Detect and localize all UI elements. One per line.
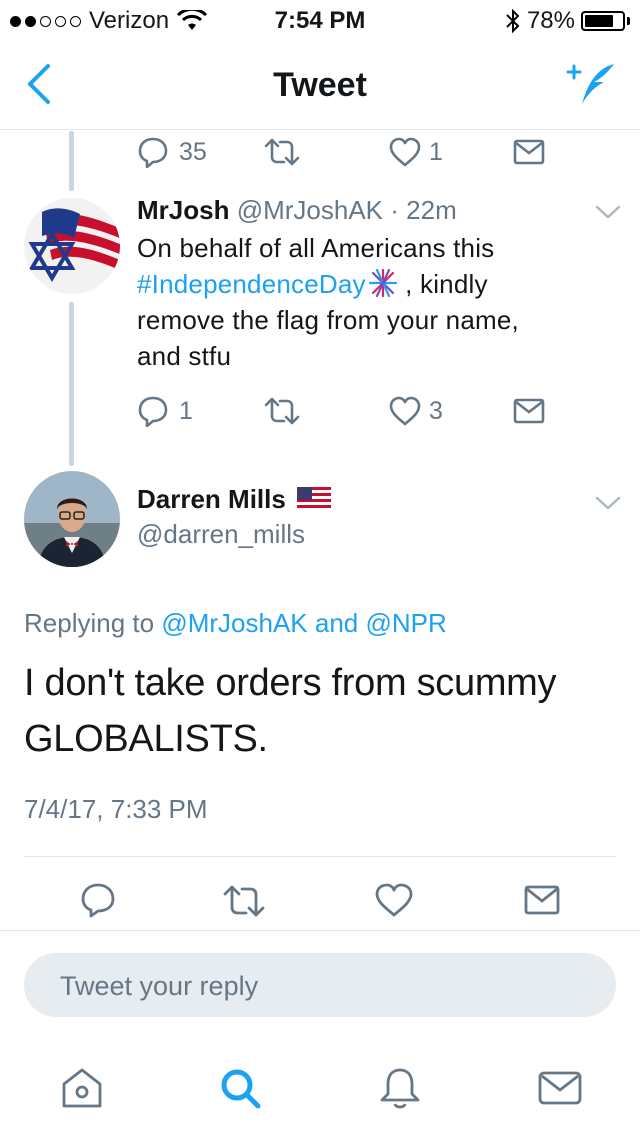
- user-photo-avatar-icon: [24, 471, 120, 567]
- tweet-time: 22m: [406, 195, 457, 225]
- reply-tweet-header: MrJosh @MrJoshAK · 22m: [137, 195, 457, 226]
- reply-count: 35: [179, 137, 207, 166]
- home-icon[interactable]: [58, 1064, 106, 1112]
- tweet-timestamp: 7/4/17, 7:33 PM: [24, 794, 208, 824]
- reply-count: 1: [179, 396, 193, 425]
- mention-link[interactable]: @NPR: [366, 608, 447, 638]
- chevron-down-icon[interactable]: [594, 494, 622, 512]
- battery-level: [585, 15, 613, 27]
- share-button[interactable]: [513, 398, 545, 424]
- reply-tweet-body: On behalf of all Americans this #Indepen…: [137, 230, 607, 374]
- tweet-text: On behalf of all Americans this: [137, 233, 495, 263]
- reply-icon[interactable]: [80, 882, 116, 918]
- like-button[interactable]: 3: [389, 396, 513, 426]
- mail-icon: [513, 139, 545, 165]
- like-count: 1: [429, 137, 443, 166]
- hashtag-link[interactable]: #IndependenceDay: [137, 269, 366, 299]
- reply-button[interactable]: 1: [137, 395, 263, 427]
- tweet-text: GLOBALISTS.: [24, 718, 268, 760]
- avatar[interactable]: [24, 198, 120, 294]
- search-icon[interactable]: [216, 1064, 264, 1112]
- divider: [0, 930, 640, 931]
- heart-icon[interactable]: [375, 883, 413, 917]
- retweet-button[interactable]: [263, 396, 389, 426]
- tweet-text: , kindly: [397, 269, 488, 299]
- main-tweet-author[interactable]: Darren Mills: [137, 484, 332, 515]
- reply-icon: [138, 137, 168, 168]
- compose-tweet-icon[interactable]: [564, 60, 618, 110]
- retweet-icon[interactable]: [222, 884, 266, 918]
- author-handle[interactable]: @MrJoshAK: [237, 195, 383, 225]
- battery-icon: [581, 11, 625, 31]
- mail-icon: [513, 398, 545, 424]
- separator: ·: [390, 195, 399, 225]
- thread-line: [69, 302, 74, 466]
- fireworks-emoji-icon: [368, 268, 397, 298]
- chevron-down-icon[interactable]: [594, 203, 622, 221]
- reply-input[interactable]: Tweet your reply: [24, 953, 616, 1017]
- page-title: Tweet: [273, 66, 367, 104]
- bluetooth-icon: [506, 8, 520, 34]
- heart-icon: [389, 396, 421, 426]
- reply-tweet-actions: 1 3: [137, 395, 545, 427]
- messages-icon[interactable]: [536, 1064, 584, 1112]
- battery-percent: 78%: [526, 7, 575, 34]
- replying-and: and: [314, 608, 359, 638]
- mail-icon[interactable]: [524, 885, 560, 915]
- avatar[interactable]: [24, 471, 120, 567]
- israel-us-flag-avatar-icon: [24, 198, 120, 294]
- author-name: Darren Mills: [137, 484, 286, 514]
- status-right: 78%: [505, 7, 630, 35]
- retweet-icon: [264, 138, 300, 166]
- replying-to: Replying to @MrJoshAK and @NPR: [24, 608, 447, 639]
- divider: [24, 856, 616, 857]
- reply-placeholder: Tweet your reply: [60, 971, 259, 1001]
- nav-bar: Tweet: [0, 40, 640, 130]
- heart-icon: [389, 137, 421, 167]
- like-count: 3: [429, 396, 443, 425]
- main-tweet-body: I don't take orders from scummy GLOBALIS…: [24, 655, 557, 767]
- reply-button[interactable]: 35: [137, 136, 263, 168]
- mention-link[interactable]: @MrJoshAK: [161, 608, 307, 638]
- author-name[interactable]: MrJosh: [137, 195, 229, 225]
- tweet-text: remove the flag from your name,: [137, 305, 519, 335]
- tweet-text: I don't take orders from scummy: [24, 662, 557, 704]
- notifications-icon[interactable]: [376, 1064, 424, 1112]
- us-flag-emoji-icon: [297, 487, 332, 511]
- like-button[interactable]: 1: [389, 137, 513, 167]
- tweet-text: and stfu: [137, 341, 232, 371]
- status-bar: Verizon 7:54 PM 78%: [0, 0, 640, 40]
- author-handle[interactable]: @darren_mills: [137, 519, 305, 550]
- share-button[interactable]: [513, 139, 545, 165]
- reply-icon: [138, 396, 168, 427]
- parent-tweet-actions: 35 1: [137, 136, 545, 168]
- retweet-icon: [264, 397, 300, 425]
- thread-line: [69, 131, 74, 191]
- retweet-button[interactable]: [263, 137, 389, 167]
- replying-to-label: Replying to: [24, 608, 155, 638]
